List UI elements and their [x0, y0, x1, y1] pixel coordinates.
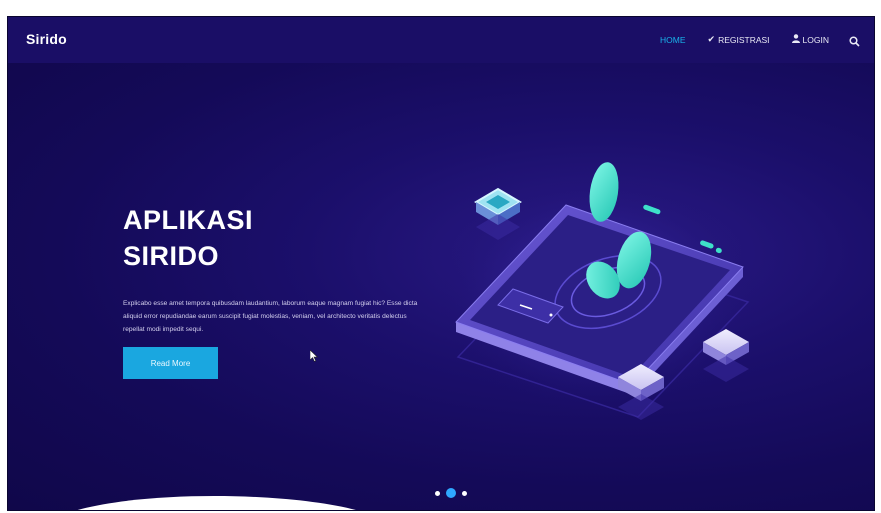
navbar: Sirido HOME ✔ REGISTRASI LOGIN: [8, 17, 874, 63]
carousel-dot-2[interactable]: [446, 488, 456, 498]
carousel-indicators: [432, 488, 470, 498]
main-nav: HOME ✔ REGISTRASI LOGIN: [638, 34, 860, 47]
carousel-dot-3[interactable]: [462, 490, 467, 496]
nav-login-label: LOGIN: [802, 34, 829, 45]
brand-logo[interactable]: Sirido: [26, 31, 67, 47]
hero-title-line1: APLIKASI: [123, 205, 254, 235]
nav-registrasi-label: REGISTRASI: [718, 34, 770, 45]
browser-viewport: Sirido HOME ✔ REGISTRASI LOGIN APLIKASI …: [8, 17, 874, 510]
hero-title: APLIKASI SIRIDO: [123, 202, 253, 274]
read-more-button[interactable]: Read More: [123, 347, 218, 379]
nav-home-label: HOME: [660, 34, 686, 45]
nav-login[interactable]: LOGIN: [791, 34, 829, 45]
mouse-cursor-icon: [310, 350, 318, 362]
search-icon[interactable]: [849, 34, 860, 47]
decorative-wave: [77, 496, 356, 510]
nav-home[interactable]: HOME: [660, 35, 686, 45]
hero-paragraph: Explicabo esse amet tempora quibusdam la…: [123, 300, 418, 333]
carousel-dot-1[interactable]: [435, 490, 440, 496]
nav-registrasi[interactable]: ✔ REGISTRASI: [708, 34, 770, 45]
user-icon: [791, 34, 800, 45]
smartphone-illustration: [438, 162, 758, 420]
hero-title-line2: SIRIDO: [123, 241, 220, 271]
check-icon: ✔: [707, 34, 716, 44]
